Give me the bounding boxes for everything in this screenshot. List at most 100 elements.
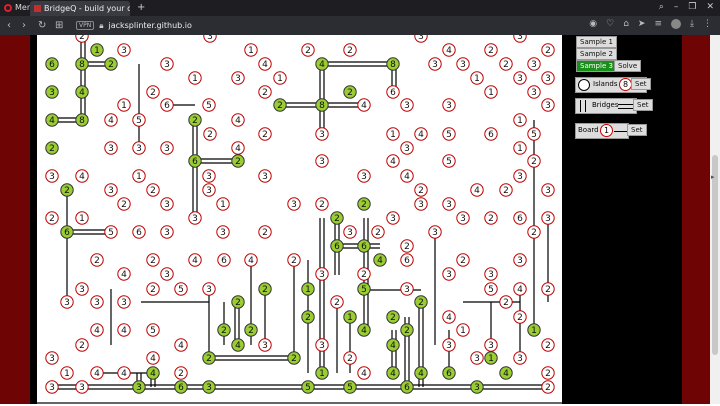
island-node[interactable]: 2 <box>231 295 245 309</box>
island-node[interactable]: 3 <box>513 169 527 183</box>
island-node[interactable]: 5 <box>484 282 498 296</box>
island-node[interactable]: 3 <box>315 154 329 168</box>
island-node[interactable]: 5 <box>104 225 118 239</box>
island-node[interactable]: 4 <box>386 366 400 380</box>
active-tab[interactable]: BridgeQ - build your own ... ✕ <box>30 1 130 16</box>
download-icon[interactable]: ⤓ <box>690 19 694 29</box>
island-node[interactable]: 3 <box>315 267 329 281</box>
island-node[interactable]: 3 <box>442 267 456 281</box>
island-node[interactable]: 3 <box>117 295 131 309</box>
island-node[interactable]: 3 <box>160 197 174 211</box>
island-node[interactable]: 4 <box>357 98 371 112</box>
island-node[interactable]: 2 <box>330 211 344 225</box>
island-node[interactable]: 4 <box>258 57 272 71</box>
island-node[interactable]: 3 <box>456 57 470 71</box>
island-node[interactable]: 3 <box>188 211 202 225</box>
island-node[interactable]: 1 <box>75 211 89 225</box>
island-node[interactable]: 4 <box>146 366 160 380</box>
new-tab-icon[interactable]: + <box>137 2 145 13</box>
island-node[interactable]: 2 <box>541 366 555 380</box>
island-node[interactable]: 6 <box>400 253 414 267</box>
island-node[interactable]: 6 <box>217 253 231 267</box>
island-node[interactable]: 2 <box>301 310 315 324</box>
sample3-button[interactable]: Sample 3 <box>576 60 617 72</box>
island-node[interactable]: 2 <box>414 183 428 197</box>
island-node[interactable]: 2 <box>400 239 414 253</box>
island-node[interactable]: 3 <box>470 380 484 394</box>
island-node[interactable]: 2 <box>330 295 344 309</box>
island-node[interactable]: 2 <box>146 253 160 267</box>
island-node[interactable]: 1 <box>456 323 470 337</box>
island-node[interactable]: 3 <box>343 225 357 239</box>
maximize-icon[interactable]: ❐ <box>688 2 696 12</box>
island-node[interactable]: 6 <box>174 380 188 394</box>
island-node[interactable]: 4 <box>104 113 118 127</box>
island-node[interactable]: 4 <box>231 338 245 352</box>
island-node[interactable]: 2 <box>343 85 357 99</box>
island-node[interactable]: 8 <box>75 57 89 71</box>
settings-icon[interactable]: ⋮ <box>703 19 712 29</box>
island-node[interactable]: 4 <box>400 169 414 183</box>
island-node[interactable]: 3 <box>104 183 118 197</box>
island-node[interactable]: 4 <box>75 169 89 183</box>
island-node[interactable]: 3 <box>541 183 555 197</box>
island-node[interactable]: 3 <box>160 267 174 281</box>
island-node[interactable]: 2 <box>104 57 118 71</box>
island-node[interactable]: 3 <box>45 380 59 394</box>
island-node[interactable]: 2 <box>188 113 202 127</box>
island-node[interactable]: 5 <box>442 127 456 141</box>
island-node[interactable]: 2 <box>60 183 74 197</box>
island-node[interactable]: 3 <box>287 197 301 211</box>
send-icon[interactable]: ➤ <box>638 19 646 29</box>
island-node[interactable]: 3 <box>203 29 217 43</box>
island-node[interactable]: 6 <box>132 225 146 239</box>
island-node[interactable]: 1 <box>216 197 230 211</box>
island-node[interactable]: 4 <box>414 127 428 141</box>
url-field[interactable]: VPN 🔒︎ jacksplinter.github.io <box>76 19 546 32</box>
island-node[interactable]: 8 <box>386 57 400 71</box>
island-node[interactable]: 4 <box>414 366 428 380</box>
island-node[interactable]: 2 <box>301 43 315 57</box>
island-node[interactable]: 3 <box>45 351 59 365</box>
island-node[interactable]: 4 <box>315 57 329 71</box>
island-node[interactable]: 2 <box>217 323 231 337</box>
island-node[interactable]: 2 <box>527 154 541 168</box>
island-node[interactable]: 1 <box>315 366 329 380</box>
island-node[interactable]: 2 <box>499 57 513 71</box>
island-node[interactable]: 3 <box>470 351 484 365</box>
island-node[interactable]: 2 <box>117 197 131 211</box>
island-node[interactable]: 3 <box>484 267 498 281</box>
island-node[interactable]: 3 <box>45 169 59 183</box>
island-node[interactable]: 1 <box>343 310 357 324</box>
island-node[interactable]: 4 <box>513 282 527 296</box>
island-node[interactable]: 6 <box>400 380 414 394</box>
island-node[interactable]: 5 <box>527 127 541 141</box>
island-node[interactable]: 6 <box>357 239 371 253</box>
island-node[interactable]: 2 <box>513 310 527 324</box>
island-node[interactable]: 4 <box>231 141 245 155</box>
bridges-set-button[interactable]: Set <box>633 99 653 111</box>
island-node[interactable]: 3 <box>132 141 146 155</box>
board-number[interactable]: 1 <box>600 124 613 137</box>
island-node[interactable]: 2 <box>541 380 555 394</box>
island-node[interactable]: 6 <box>45 57 59 71</box>
island-node[interactable]: 1 <box>301 282 315 296</box>
island-node[interactable]: 2 <box>484 211 498 225</box>
island-node[interactable]: 2 <box>258 225 272 239</box>
island-node[interactable]: 3 <box>60 295 74 309</box>
island-node[interactable]: 2 <box>499 295 513 309</box>
island-node[interactable]: 1 <box>132 169 146 183</box>
island-node[interactable]: 3 <box>160 57 174 71</box>
sample2-button[interactable]: Sample 2 <box>576 48 617 60</box>
island-node[interactable]: 2 <box>357 267 371 281</box>
island-node[interactable]: 4 <box>244 253 258 267</box>
island-node[interactable]: 4 <box>75 85 89 99</box>
island-node[interactable]: 3 <box>442 197 456 211</box>
bookmark-icon[interactable]: ⌂ <box>623 19 629 29</box>
island-node[interactable]: 3 <box>90 295 104 309</box>
island-node[interactable]: 2 <box>499 183 513 197</box>
island-node[interactable]: 1 <box>527 323 541 337</box>
back-icon[interactable]: ‹ <box>7 20 11 31</box>
island-node[interactable]: 3 <box>315 127 329 141</box>
island-node[interactable]: 3 <box>132 380 146 394</box>
